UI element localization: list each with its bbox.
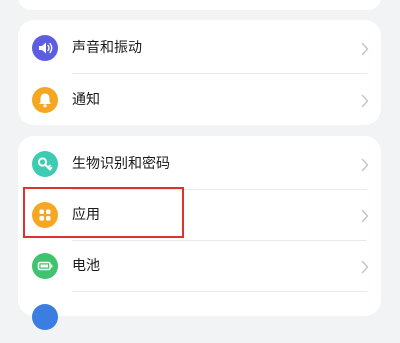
settings-item-label: 声音和振动 (72, 40, 142, 56)
settings-card-top (18, 0, 381, 10)
settings-item-label: 电池 (72, 258, 100, 274)
chevron-right-icon (361, 41, 369, 56)
settings-item-label: 通知 (72, 92, 100, 108)
settings-card-security-apps: 生物识别和密码 应用 电池 (18, 136, 381, 330)
key-icon (32, 151, 58, 177)
chevron-right-icon (361, 93, 369, 108)
settings-card-sound-notifications: 声音和振动 通知 (18, 20, 381, 125)
settings-item-notifications[interactable]: 通知 (18, 74, 381, 126)
settings-item-apps[interactable]: 应用 (18, 189, 381, 241)
settings-item-battery[interactable]: 电池 (18, 240, 381, 292)
apps-grid-icon (32, 202, 58, 228)
settings-item-label: 应用 (72, 207, 100, 223)
settings-item-label: 生物识别和密码 (72, 156, 170, 172)
settings-item-biometrics-password[interactable]: 生物识别和密码 (18, 138, 381, 190)
bell-icon (32, 87, 58, 113)
chevron-right-icon (361, 208, 369, 223)
settings-item-sound-vibration[interactable]: 声音和振动 (18, 22, 381, 74)
chevron-right-icon (361, 157, 369, 172)
chevron-right-icon (361, 259, 369, 274)
blue-app-icon (32, 304, 58, 330)
settings-item-partial[interactable] (18, 291, 381, 343)
battery-icon (32, 253, 58, 279)
speaker-icon (32, 35, 58, 61)
